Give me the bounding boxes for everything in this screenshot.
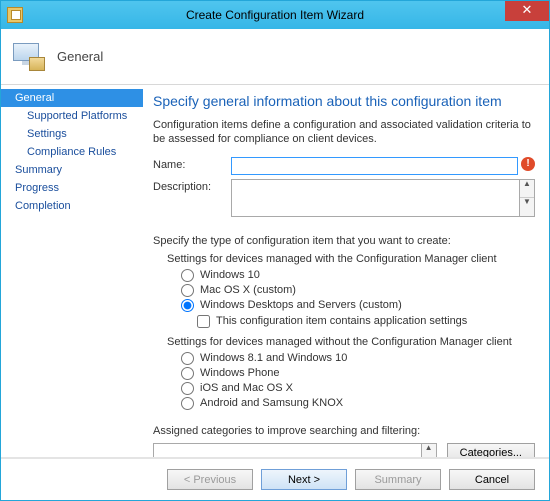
nav-settings[interactable]: Settings: [1, 125, 143, 143]
wizard-window: Create Configuration Item Wizard ✕ Gener…: [0, 0, 550, 501]
chevron-down-icon[interactable]: ▼: [520, 198, 534, 216]
nav-progress[interactable]: Progress: [1, 179, 143, 197]
summary-button: Summary: [355, 469, 441, 490]
radio-label: Android and Samsung KNOX: [200, 397, 343, 409]
radio-windows-phone[interactable]: Windows Phone: [181, 367, 535, 380]
radio-label: Windows Desktops and Servers (custom): [200, 299, 402, 311]
radio-windows-10[interactable]: Windows 10: [181, 269, 535, 282]
radio-android-knox[interactable]: Android and Samsung KNOX: [181, 397, 535, 410]
group-without-client: Settings for devices managed without the…: [167, 336, 535, 348]
nav-compliance-rules[interactable]: Compliance Rules: [1, 143, 143, 161]
titlebar: Create Configuration Item Wizard ✕: [1, 1, 549, 29]
config-item-icon: [13, 43, 45, 71]
checkbox-label: This configuration item contains applica…: [216, 315, 467, 327]
main-panel: Specify general information about this c…: [143, 85, 549, 457]
group-with-client: Settings for devices managed with the Co…: [167, 253, 535, 265]
radio-label: Windows 8.1 and Windows 10: [200, 352, 347, 364]
checkbox-application-settings[interactable]: This configuration item contains applica…: [197, 315, 535, 328]
page-heading: Specify general information about this c…: [153, 93, 535, 109]
nav-completion[interactable]: Completion: [1, 197, 143, 215]
nav-summary[interactable]: Summary: [1, 161, 143, 179]
name-label: Name:: [153, 157, 231, 171]
radio-label: iOS and Mac OS X: [200, 382, 293, 394]
previous-button: < Previous: [167, 469, 253, 490]
radio-label: Windows 10: [200, 269, 260, 281]
cancel-button[interactable]: Cancel: [449, 469, 535, 490]
categories-label: Assigned categories to improve searching…: [153, 425, 535, 437]
page-intro: Configuration items define a configurati…: [153, 119, 535, 147]
radio-windows-81-10[interactable]: Windows 8.1 and Windows 10: [181, 352, 535, 365]
radio-ios-mac-osx[interactable]: iOS and Mac OS X: [181, 382, 535, 395]
next-button[interactable]: Next >: [261, 469, 347, 490]
nav-supported-platforms[interactable]: Supported Platforms: [1, 107, 143, 125]
wizard-nav: General Supported Platforms Settings Com…: [1, 85, 143, 457]
radio-label: Mac OS X (custom): [200, 284, 296, 296]
description-label: Description:: [153, 179, 231, 193]
radio-mac-osx-custom[interactable]: Mac OS X (custom): [181, 284, 535, 297]
close-button[interactable]: ✕: [505, 1, 549, 21]
banner: General: [1, 29, 549, 85]
radio-label: Windows Phone: [200, 367, 280, 379]
radio-windows-desktops-servers[interactable]: Windows Desktops and Servers (custom): [181, 299, 535, 312]
description-scroll[interactable]: ▲▼: [520, 179, 535, 217]
banner-title: General: [57, 49, 103, 64]
type-intro: Specify the type of configuration item t…: [153, 235, 535, 247]
description-input[interactable]: [231, 179, 520, 217]
chevron-up-icon[interactable]: ▲: [520, 180, 534, 199]
footer: < Previous Next > Summary Cancel: [1, 457, 549, 500]
nav-general[interactable]: General: [1, 89, 143, 107]
error-icon: !: [521, 157, 535, 171]
window-title: Create Configuration Item Wizard: [1, 8, 549, 22]
name-input[interactable]: [231, 157, 518, 175]
